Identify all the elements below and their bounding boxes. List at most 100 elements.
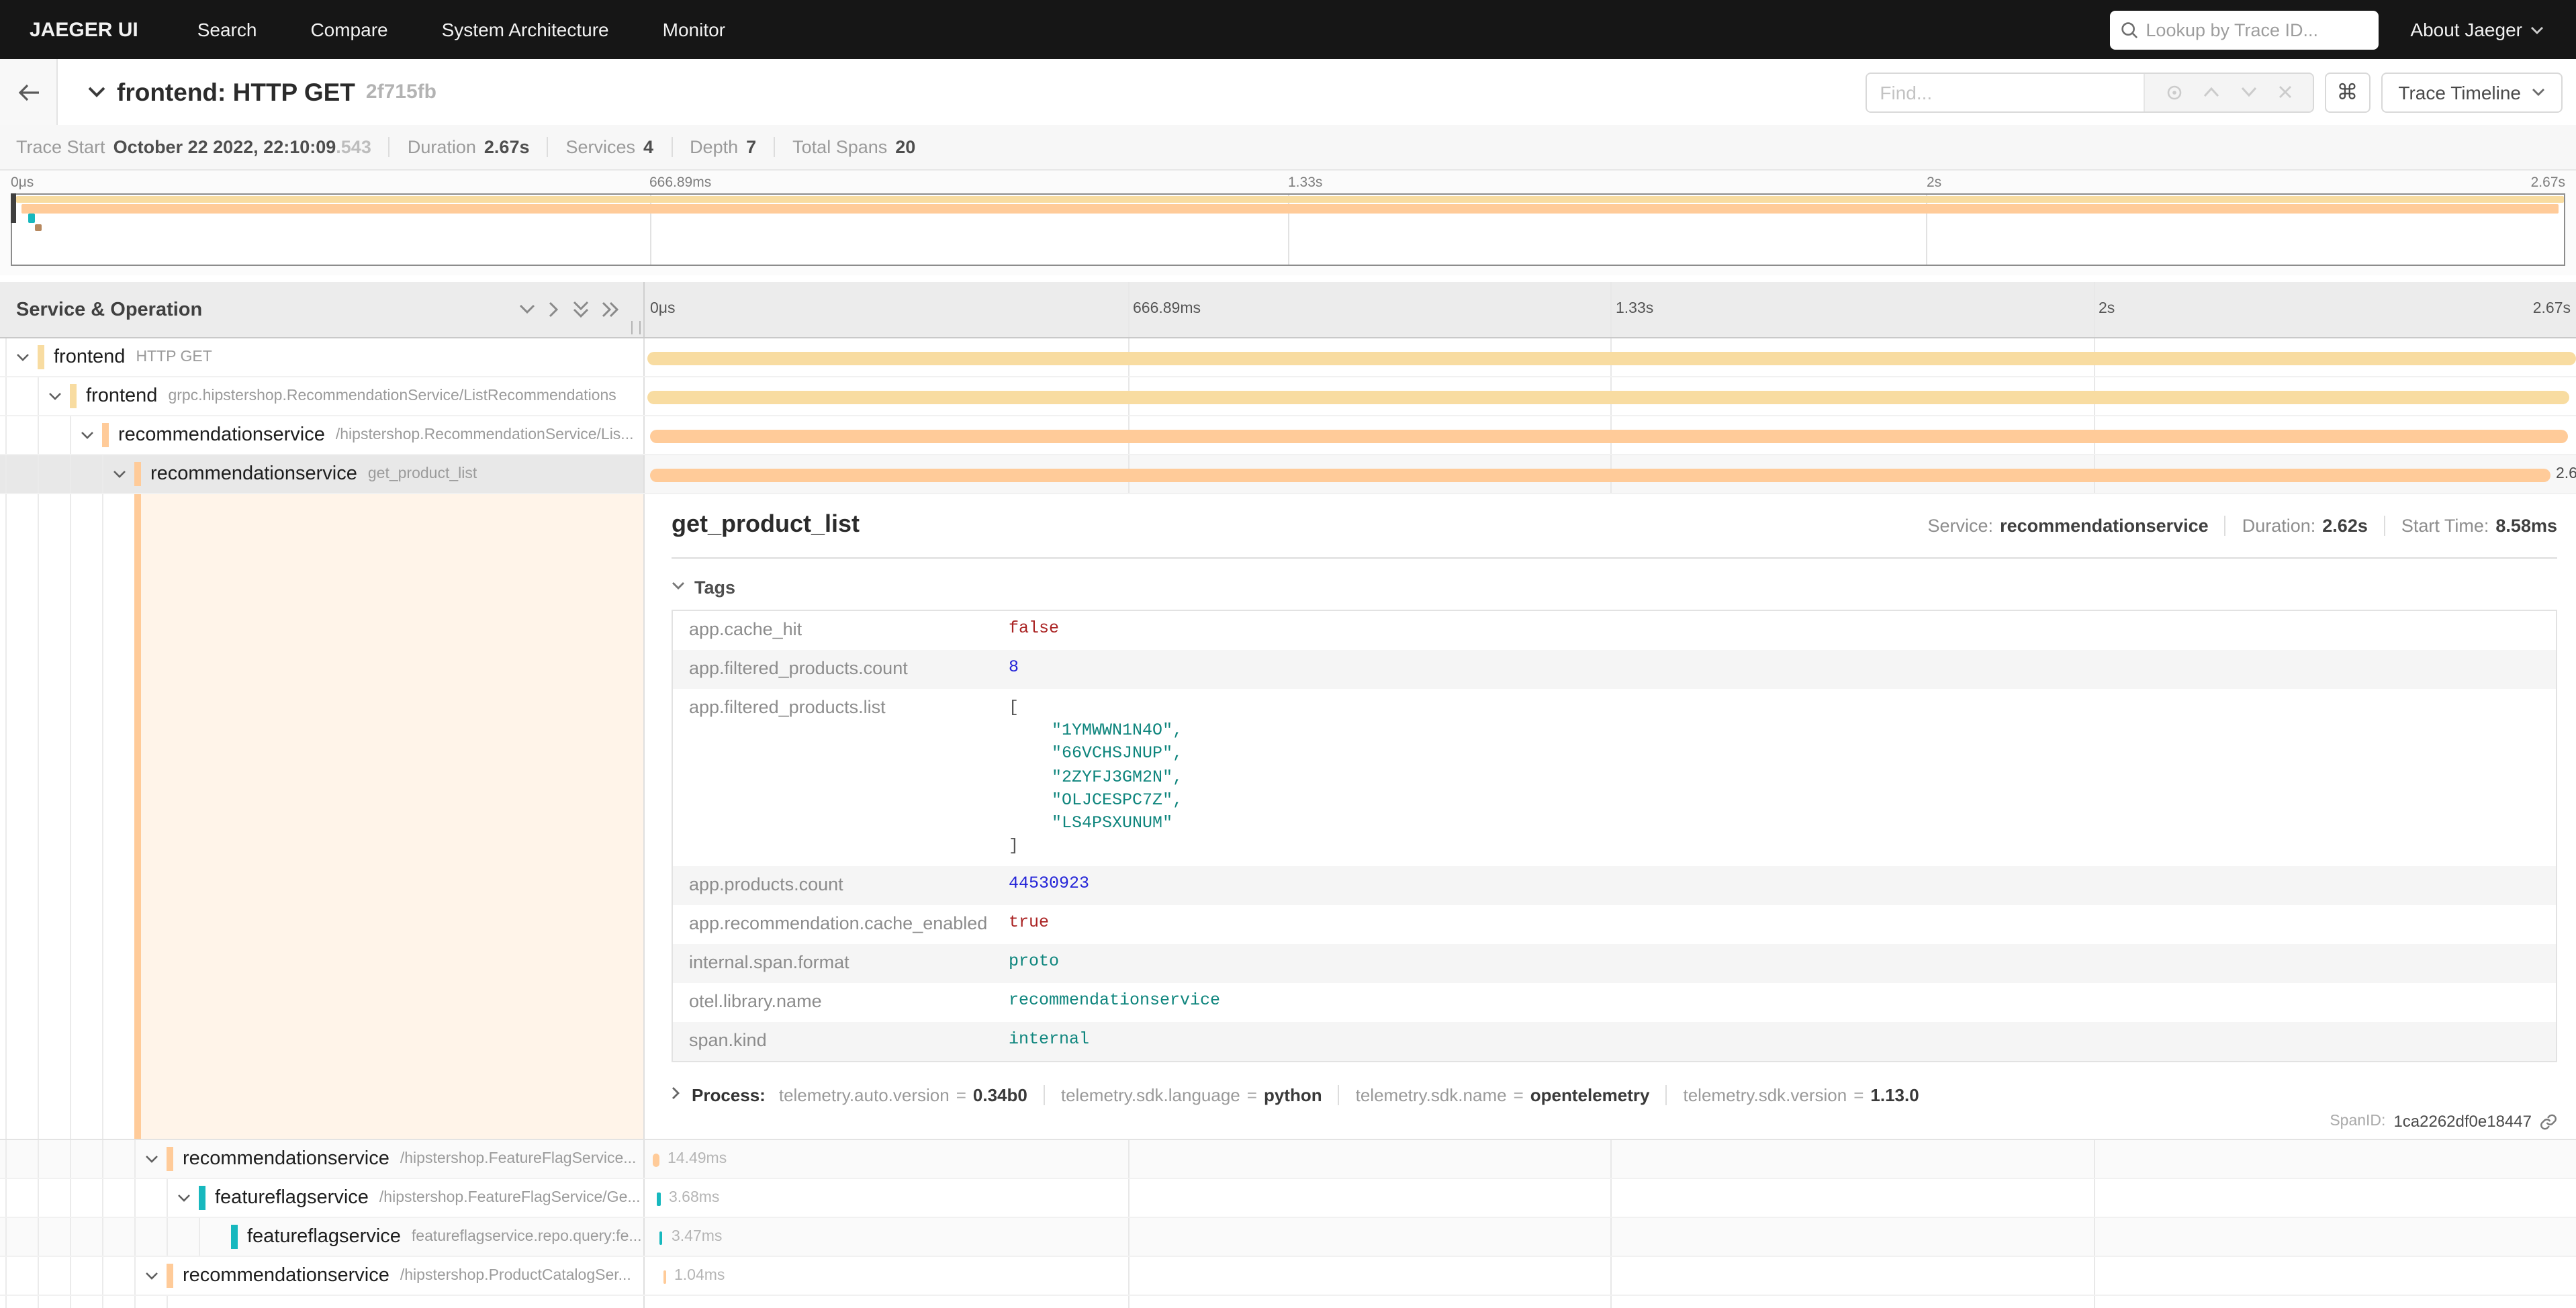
nav-item-system-architecture[interactable]: System Architecture [415, 19, 636, 40]
span-timeline-cell[interactable]: 3.68ms [645, 1179, 2576, 1217]
span-bar[interactable] [650, 430, 2568, 442]
span-timeline-cell[interactable]: 14.49ms [645, 1140, 2576, 1178]
trace-id: 2f715fb [366, 81, 436, 103]
trace-title: frontend: HTTP GET [117, 77, 355, 107]
span-name-cell[interactable]: frontend grpc.hipstershop.Recommendation… [0, 377, 645, 415]
tags-section-toggle[interactable]: Tags [672, 577, 2557, 598]
process-kv: telemetry.auto.version=0.34b0 [779, 1086, 1027, 1106]
row-collapse-chevron[interactable] [167, 1179, 199, 1217]
keyboard-shortcuts-button[interactable]: ⌘ [2324, 72, 2370, 112]
trace-depth: Depth 7 [690, 137, 756, 157]
span-bar[interactable] [657, 1193, 660, 1205]
service-name: frontend [86, 385, 157, 407]
locate-icon[interactable] [2164, 83, 2183, 101]
tag-row[interactable]: app.filtered_products.count 8 [673, 650, 2556, 689]
service-color-bar [134, 462, 141, 486]
span-timeline-cell[interactable] [645, 377, 2576, 415]
tag-value: 44530923 [1009, 867, 2556, 902]
minimap-ticks: 0μs 666.89ms 1.33s 2s 2.67s [11, 175, 2565, 192]
column-resize-handle[interactable] [631, 321, 641, 334]
detail-service-label: Service: [1928, 516, 1994, 536]
tag-key: otel.library.name [673, 984, 1009, 1020]
span-bar[interactable] [647, 391, 2569, 404]
trace-collapse-toggle[interactable] [87, 81, 106, 103]
tag-value: true [1009, 906, 2556, 941]
tag-row[interactable]: app.recommendation.cache_enabled true [673, 906, 2556, 945]
tag-row[interactable]: internal.span.format proto [673, 945, 2556, 984]
span-bar[interactable] [653, 1154, 659, 1166]
tag-value: [ 1YMWWN1N4O 66VCHSJNUP 2ZYFJ3GM2N OLJCE… [1009, 689, 2556, 867]
tag-value: internal [1009, 1023, 2556, 1058]
jaeger-logo[interactable]: JAEGER UI [0, 18, 171, 41]
detail-highlight-fill [141, 494, 643, 1139]
tag-row[interactable]: app.products.count 44530923 [673, 867, 2556, 906]
span-timeline-cell[interactable] [645, 416, 2576, 454]
about-jaeger-menu[interactable]: About Jaeger [2410, 19, 2576, 40]
span-detail-name-column [0, 494, 645, 1139]
tag-row[interactable]: app.filtered_products.list [ 1YMWWN1N4O … [673, 689, 2556, 867]
span-bar[interactable] [647, 352, 2576, 365]
find-prev-icon[interactable] [2203, 86, 2221, 98]
tag-key: app.filtered_products.list [673, 689, 1009, 725]
expand-one-icon[interactable] [548, 301, 560, 318]
span-bar[interactable] [659, 1231, 662, 1244]
nav-item-monitor[interactable]: Monitor [636, 19, 752, 40]
span-name-cell[interactable]: featureflagservice featureflagservice.re… [0, 1218, 645, 1256]
tag-row[interactable]: span.kind internal [673, 1023, 2556, 1062]
span-name-cell[interactable] [0, 1296, 645, 1308]
leaf-spacer [199, 1218, 231, 1256]
row-collapse-chevron[interactable] [38, 377, 70, 415]
viewport-drag-handle[interactable] [11, 193, 16, 223]
minimap-canvas[interactable] [11, 193, 2565, 266]
service-color-bar [70, 384, 77, 408]
span-name-cell[interactable]: frontend HTTP GET [0, 338, 645, 376]
tag-row[interactable]: app.cache_hit false [673, 611, 2556, 650]
operation-name: /hipstershop.FeatureFlagService... [400, 1151, 637, 1167]
trace-header: frontend: HTTP GET 2f715fb ⌘ Trace Timel… [0, 59, 2576, 125]
view-selector-button[interactable]: Trace Timeline [2381, 72, 2563, 112]
arrow-left-icon [17, 83, 40, 101]
span-name-cell[interactable]: recommendationservice /hipstershop.Recom… [0, 416, 645, 454]
operation-name: HTTP GET [136, 349, 212, 365]
trace-lookup-input[interactable]: Lookup by Trace ID... [2109, 10, 2378, 49]
span-timeline-cell[interactable] [645, 1296, 2576, 1308]
span-timeline-cell[interactable] [645, 338, 2576, 376]
chevron-down-icon [112, 469, 126, 479]
collapse-one-icon[interactable] [518, 303, 536, 316]
span-timeline-cell[interactable]: 2.62s [645, 455, 2576, 493]
row-collapse-chevron[interactable] [134, 1257, 167, 1295]
span-name-cell[interactable]: recommendationservice /hipstershop.Produ… [0, 1257, 645, 1295]
service-name: featureflagservice [215, 1187, 369, 1209]
span-name-cell[interactable]: recommendationservice /hipstershop.Featu… [0, 1140, 645, 1178]
back-button[interactable] [0, 59, 58, 125]
span-bar[interactable] [663, 1270, 666, 1283]
span-name-cell[interactable]: recommendationservice get_product_list [0, 455, 645, 493]
collapse-all-icon[interactable] [572, 301, 590, 318]
find-next-icon[interactable] [2240, 86, 2258, 98]
service-color-bar [231, 1225, 238, 1249]
row-collapse-chevron[interactable] [70, 416, 102, 454]
service-name: frontend [54, 346, 125, 368]
nav-item-compare[interactable]: Compare [283, 19, 414, 40]
row-collapse-chevron[interactable] [5, 338, 38, 376]
span-name-cell[interactable]: featureflagservice /hipstershop.FeatureF… [0, 1179, 645, 1217]
span-row: recommendationservice /hipstershop.Recom… [0, 416, 2576, 455]
find-input[interactable] [1866, 73, 2143, 111]
span-timeline-cell[interactable]: 1.04ms [645, 1257, 2576, 1295]
span-row: featureflagservice featureflagservice.re… [0, 1218, 2576, 1257]
deep-link-icon[interactable] [2540, 1113, 2557, 1130]
chevron-down-icon [144, 1154, 158, 1164]
row-collapse-chevron[interactable] [102, 455, 134, 493]
clear-find-icon[interactable] [2278, 85, 2293, 99]
tag-row[interactable]: otel.library.name recommendationservice [673, 984, 2556, 1023]
row-collapse-chevron[interactable] [134, 1140, 167, 1178]
process-section-toggle[interactable]: Process: telemetry.auto.version=0.34b0 t… [672, 1086, 2557, 1106]
minimap-span-frontend [16, 196, 2564, 203]
search-icon [2120, 21, 2137, 38]
expand-all-icon[interactable] [602, 301, 619, 318]
trace-minimap[interactable]: 0μs 666.89ms 1.33s 2s 2.67s [0, 171, 2576, 275]
nav-item-search[interactable]: Search [171, 19, 284, 40]
service-color-bar [199, 1186, 205, 1210]
span-timeline-cell[interactable]: 3.47ms [645, 1218, 2576, 1256]
span-bar[interactable] [650, 469, 2550, 481]
